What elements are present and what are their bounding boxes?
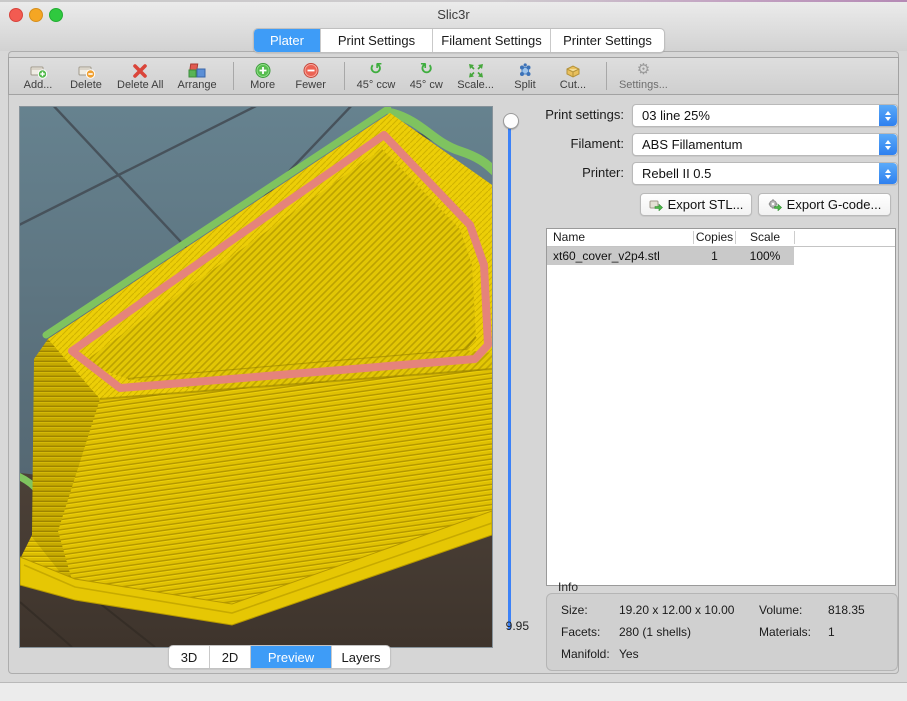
info-size-label: Size: (561, 603, 588, 617)
add-object-icon (28, 62, 48, 79)
object-list-table: Name Copies Scale xt60_cover_v2p4.stl 1 … (546, 228, 896, 586)
info-manifold-value: Yes (619, 647, 639, 661)
3d-preview-viewport[interactable] (19, 106, 493, 648)
info-group-title: Info (558, 580, 578, 594)
filament-select[interactable]: ABS Fillamentum (632, 133, 898, 156)
rotate-ccw-button[interactable]: ↺ 45° ccw (357, 62, 396, 91)
split-icon (516, 62, 534, 79)
printer-label: Printer: (494, 165, 624, 180)
arrange-button[interactable]: Arrange (177, 62, 216, 91)
rotate-cw-icon: ↻ (420, 62, 433, 79)
toolbar-separator (606, 62, 607, 90)
chevron-up-down-icon (879, 134, 897, 155)
info-materials-label: Materials: (759, 625, 811, 639)
toolbar-separator (344, 62, 345, 90)
rotate-cw-button[interactable]: ↻ 45° cw (409, 62, 443, 91)
delete-all-icon (131, 62, 149, 79)
arrange-icon (187, 62, 207, 79)
delete-object-icon (76, 62, 96, 79)
object-copies-cell: 1 (694, 249, 735, 263)
export-gcode-icon (768, 198, 782, 211)
fewer-button[interactable]: Fewer (294, 62, 328, 91)
minimize-button[interactable] (29, 8, 43, 22)
info-group-box: Size: 19.20 x 12.00 x 10.00 Volume: 818.… (546, 593, 898, 671)
chevron-up-down-icon (879, 163, 897, 184)
view-mode-layers[interactable]: Layers (332, 646, 390, 668)
tab-filament-settings[interactable]: Filament Settings (433, 29, 551, 52)
more-button[interactable]: More (246, 62, 280, 91)
slic3r-window: Slic3r Plater Print Settings Filament Se… (0, 0, 907, 701)
table-header: Name Copies Scale (547, 229, 895, 247)
chevron-up-down-icon (879, 105, 897, 126)
cut-icon (563, 62, 583, 79)
settings-button[interactable]: ⚙ Settings... (619, 62, 668, 91)
view-mode-3d[interactable]: 3D (169, 646, 210, 668)
delete-all-button[interactable]: Delete All (117, 62, 163, 91)
plater-panel: Add... Delete Delete All Arrange (8, 51, 899, 674)
info-manifold-label: Manifold: (561, 647, 610, 661)
export-gcode-button[interactable]: Export G-code... (758, 193, 891, 216)
print-settings-label: Print settings: (494, 107, 624, 122)
tab-plater[interactable]: Plater (254, 29, 321, 52)
info-volume-label: Volume: (759, 603, 802, 617)
layer-slider-value: 9.95 (487, 619, 529, 633)
scale-icon (467, 62, 485, 79)
object-name-cell: xt60_cover_v2p4.stl (553, 249, 660, 263)
main-tab-bar: Plater Print Settings Filament Settings … (253, 28, 665, 53)
cut-button[interactable]: Cut... (556, 62, 590, 91)
fewer-copies-icon (302, 62, 320, 79)
printer-select[interactable]: Rebell II 0.5 (632, 162, 898, 185)
3d-scene (20, 107, 492, 647)
layer-slider-track[interactable] (508, 127, 511, 630)
rotate-ccw-icon: ↺ (369, 62, 382, 79)
info-facets-label: Facets: (561, 625, 600, 639)
statusbar (0, 683, 907, 701)
window-title: Slic3r (0, 7, 907, 22)
column-header-name: Name (553, 230, 585, 244)
export-stl-icon (649, 198, 663, 211)
info-size-value: 19.20 x 12.00 x 10.00 (619, 603, 734, 617)
view-mode-bar: 3D 2D Preview Layers (168, 645, 391, 669)
column-header-scale: Scale (736, 230, 794, 244)
tab-print-settings[interactable]: Print Settings (321, 29, 433, 52)
table-row[interactable]: xt60_cover_v2p4.stl 1 100% (547, 247, 895, 265)
toolbar: Add... Delete Delete All Arrange (8, 57, 899, 95)
print-settings-select[interactable]: 03 line 25% (632, 104, 898, 127)
info-materials-value: 1 (828, 625, 835, 639)
zoom-button[interactable] (49, 8, 63, 22)
filament-label: Filament: (494, 136, 624, 151)
close-button[interactable] (9, 8, 23, 22)
export-stl-button[interactable]: Export STL... (640, 193, 752, 216)
delete-button[interactable]: Delete (69, 62, 103, 91)
column-header-copies: Copies (694, 230, 735, 244)
scale-button[interactable]: Scale... (457, 62, 494, 91)
add-button[interactable]: Add... (21, 62, 55, 91)
info-facets-value: 280 (1 shells) (619, 625, 691, 639)
tab-printer-settings[interactable]: Printer Settings (551, 29, 664, 52)
view-mode-2d[interactable]: 2D (210, 646, 251, 668)
info-volume-value: 818.35 (828, 603, 865, 617)
split-button[interactable]: Split (508, 62, 542, 91)
more-copies-icon (254, 62, 272, 79)
view-mode-preview[interactable]: Preview (251, 646, 332, 668)
object-scale-cell: 100% (736, 249, 794, 263)
toolbar-separator (233, 62, 234, 90)
settings-icon: ⚙ (637, 62, 650, 79)
